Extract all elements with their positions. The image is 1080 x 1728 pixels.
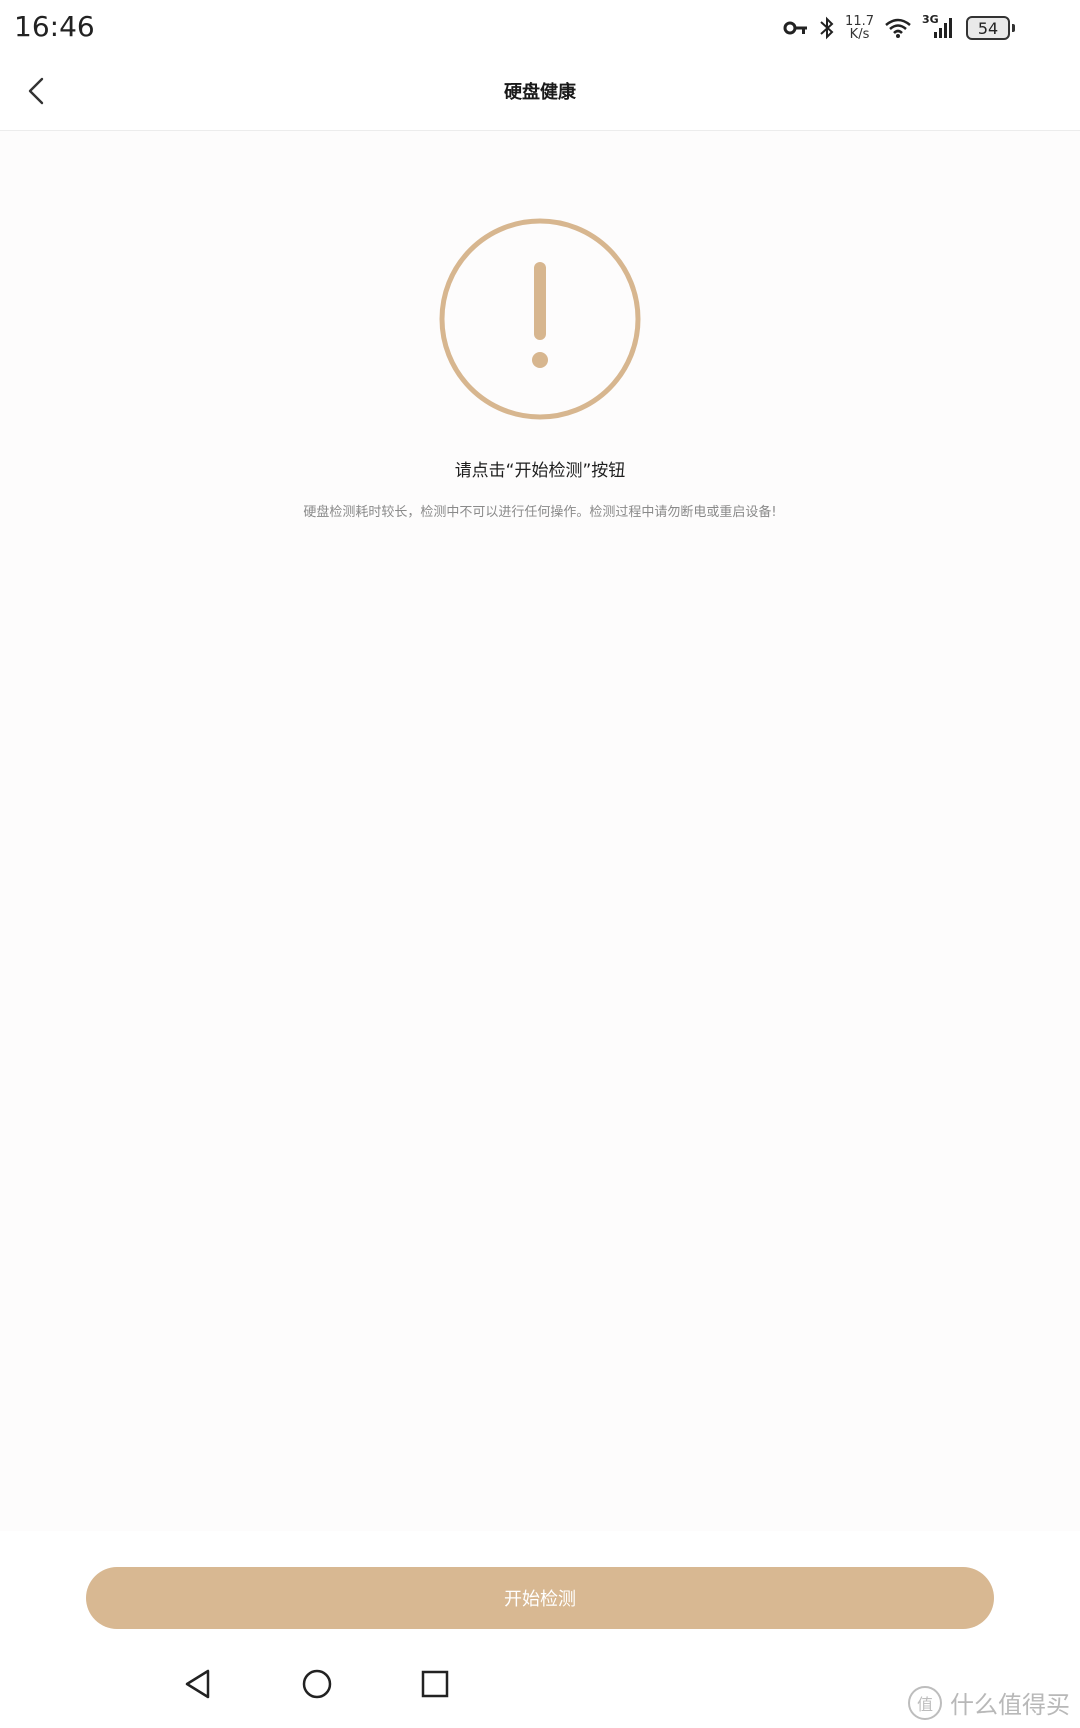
- watermark-logo: 值: [908, 1685, 942, 1720]
- net-speed-unit: K/s: [849, 27, 870, 42]
- status-icons: 11.7 K/s 3G 54: [783, 10, 1015, 46]
- detection-prompt: 请点击“开始检测”按钮: [454, 461, 626, 481]
- watermark: 值 什么值得买: [908, 1685, 1070, 1720]
- main-content: 请点击“开始检测”按钮 硬盘检测耗时较长，检测中不可以进行任何操作。检测过程中请…: [0, 131, 1080, 1531]
- detection-hint: 硬盘检测耗时较长，检测中不可以进行任何操作。检测过程中请勿断电或重启设备!: [303, 505, 777, 520]
- bluetooth-icon: [819, 16, 835, 40]
- nav-back-icon: [183, 1668, 213, 1704]
- status-time: 16:46: [14, 10, 95, 43]
- title-bar: 硬盘健康: [0, 56, 1080, 131]
- wifi-icon: [884, 17, 912, 39]
- cellular-signal-icon: 3G: [922, 13, 956, 41]
- page-title: 硬盘健康: [504, 82, 576, 103]
- net-speed: 11.7 K/s: [845, 15, 874, 41]
- navigation-bar: 值 什么值得买: [0, 1648, 1080, 1728]
- status-bar: 16:46 11.7 K/s 3G 54: [0, 0, 1080, 56]
- battery-icon: 54: [966, 16, 1015, 40]
- vpn-key-icon: [783, 18, 809, 38]
- start-detection-button[interactable]: 开始检测: [86, 1567, 994, 1629]
- watermark-text: 什么值得买: [950, 1691, 1070, 1719]
- battery-level: 54: [977, 18, 999, 38]
- nav-back-button[interactable]: [170, 1658, 226, 1714]
- nav-recent-icon: [420, 1669, 450, 1703]
- nav-home-button[interactable]: [289, 1658, 345, 1714]
- nav-recent-button[interactable]: [407, 1658, 463, 1714]
- nav-home-icon: [301, 1668, 333, 1704]
- exclamation-circle-icon: [438, 217, 642, 421]
